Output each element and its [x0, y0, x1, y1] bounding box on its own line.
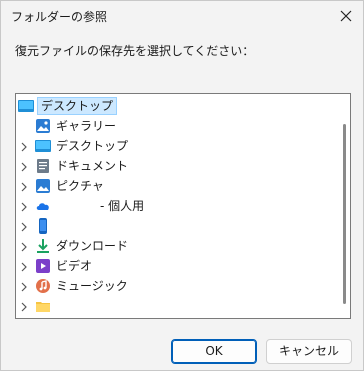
tree-scrollbar[interactable] [343, 124, 346, 304]
chevron-right-icon[interactable] [20, 141, 28, 152]
window-title: フォルダーの参照 [11, 10, 108, 24]
browse-folder-dialog: フォルダーの参照 復元ファイルの保存先を選択してください： デスクトップ ギャラ… [0, 0, 364, 371]
folder-tree[interactable]: デスクトップ ギャラリー デスクトップ ドキュメント ピクチャ - 個人用 ダウンロードビ… [15, 93, 351, 319]
cancel-button[interactable]: キャンセル [266, 339, 352, 364]
tree-item[interactable] [16, 216, 336, 236]
desktop-icon [35, 138, 51, 154]
video-icon [35, 258, 51, 274]
chevron-right-icon[interactable] [20, 281, 28, 292]
close-icon [340, 10, 352, 22]
picture-icon [35, 178, 51, 194]
folder-icon [35, 298, 51, 314]
tree-item-label: ピクチャ [56, 179, 104, 193]
phone-icon [35, 218, 51, 234]
chevron-right-icon[interactable] [20, 241, 28, 252]
tree-item[interactable]: ビデオ [16, 256, 336, 276]
music-icon [35, 278, 51, 294]
tree-item-label: ミュージック [56, 279, 128, 293]
tree-item[interactable]: ダウンロード [16, 236, 336, 256]
chevron-right-icon[interactable] [20, 181, 28, 192]
tree-item-label: ビデオ [56, 259, 93, 273]
tree-item-label: ギャラリー [56, 119, 117, 133]
tree-item-label: ドキュメント [56, 159, 129, 173]
prompt-text: 復元ファイルの保存先を選択してください： [15, 44, 255, 58]
tree-item[interactable]: ギャラリー [16, 116, 336, 136]
close-button[interactable] [337, 7, 355, 25]
tree-root-desktop[interactable]: デスクトップ [16, 96, 118, 116]
tree-item-label: - 個人用 [100, 199, 145, 213]
tree-item[interactable]: ドキュメント [16, 156, 336, 176]
tree-item[interactable]: ピクチャ [16, 176, 336, 196]
document-icon [35, 158, 51, 174]
tree-item[interactable]: デスクトップ [16, 136, 336, 156]
tree-item[interactable]: - 個人用 [16, 196, 336, 216]
chevron-right-icon[interactable] [20, 301, 28, 312]
tree-root-label: デスクトップ [37, 97, 118, 115]
title-bar: フォルダーの参照 [1, 1, 363, 31]
chevron-right-icon[interactable] [20, 221, 28, 232]
chevron-right-icon[interactable] [20, 201, 28, 212]
chevron-right-icon[interactable] [20, 161, 28, 172]
tree-item[interactable]: ミュージック [16, 276, 336, 296]
gallery-icon [35, 118, 51, 134]
tree-item[interactable] [16, 296, 336, 316]
chevron-right-icon[interactable] [20, 261, 28, 272]
onedrive-icon [35, 198, 51, 214]
tree-item-label: ダウンロード [56, 239, 129, 253]
ok-button[interactable]: OK [171, 339, 257, 364]
download-icon [35, 238, 51, 254]
tree-item-label: デスクトップ [56, 139, 129, 153]
desktop-icon [18, 100, 34, 112]
